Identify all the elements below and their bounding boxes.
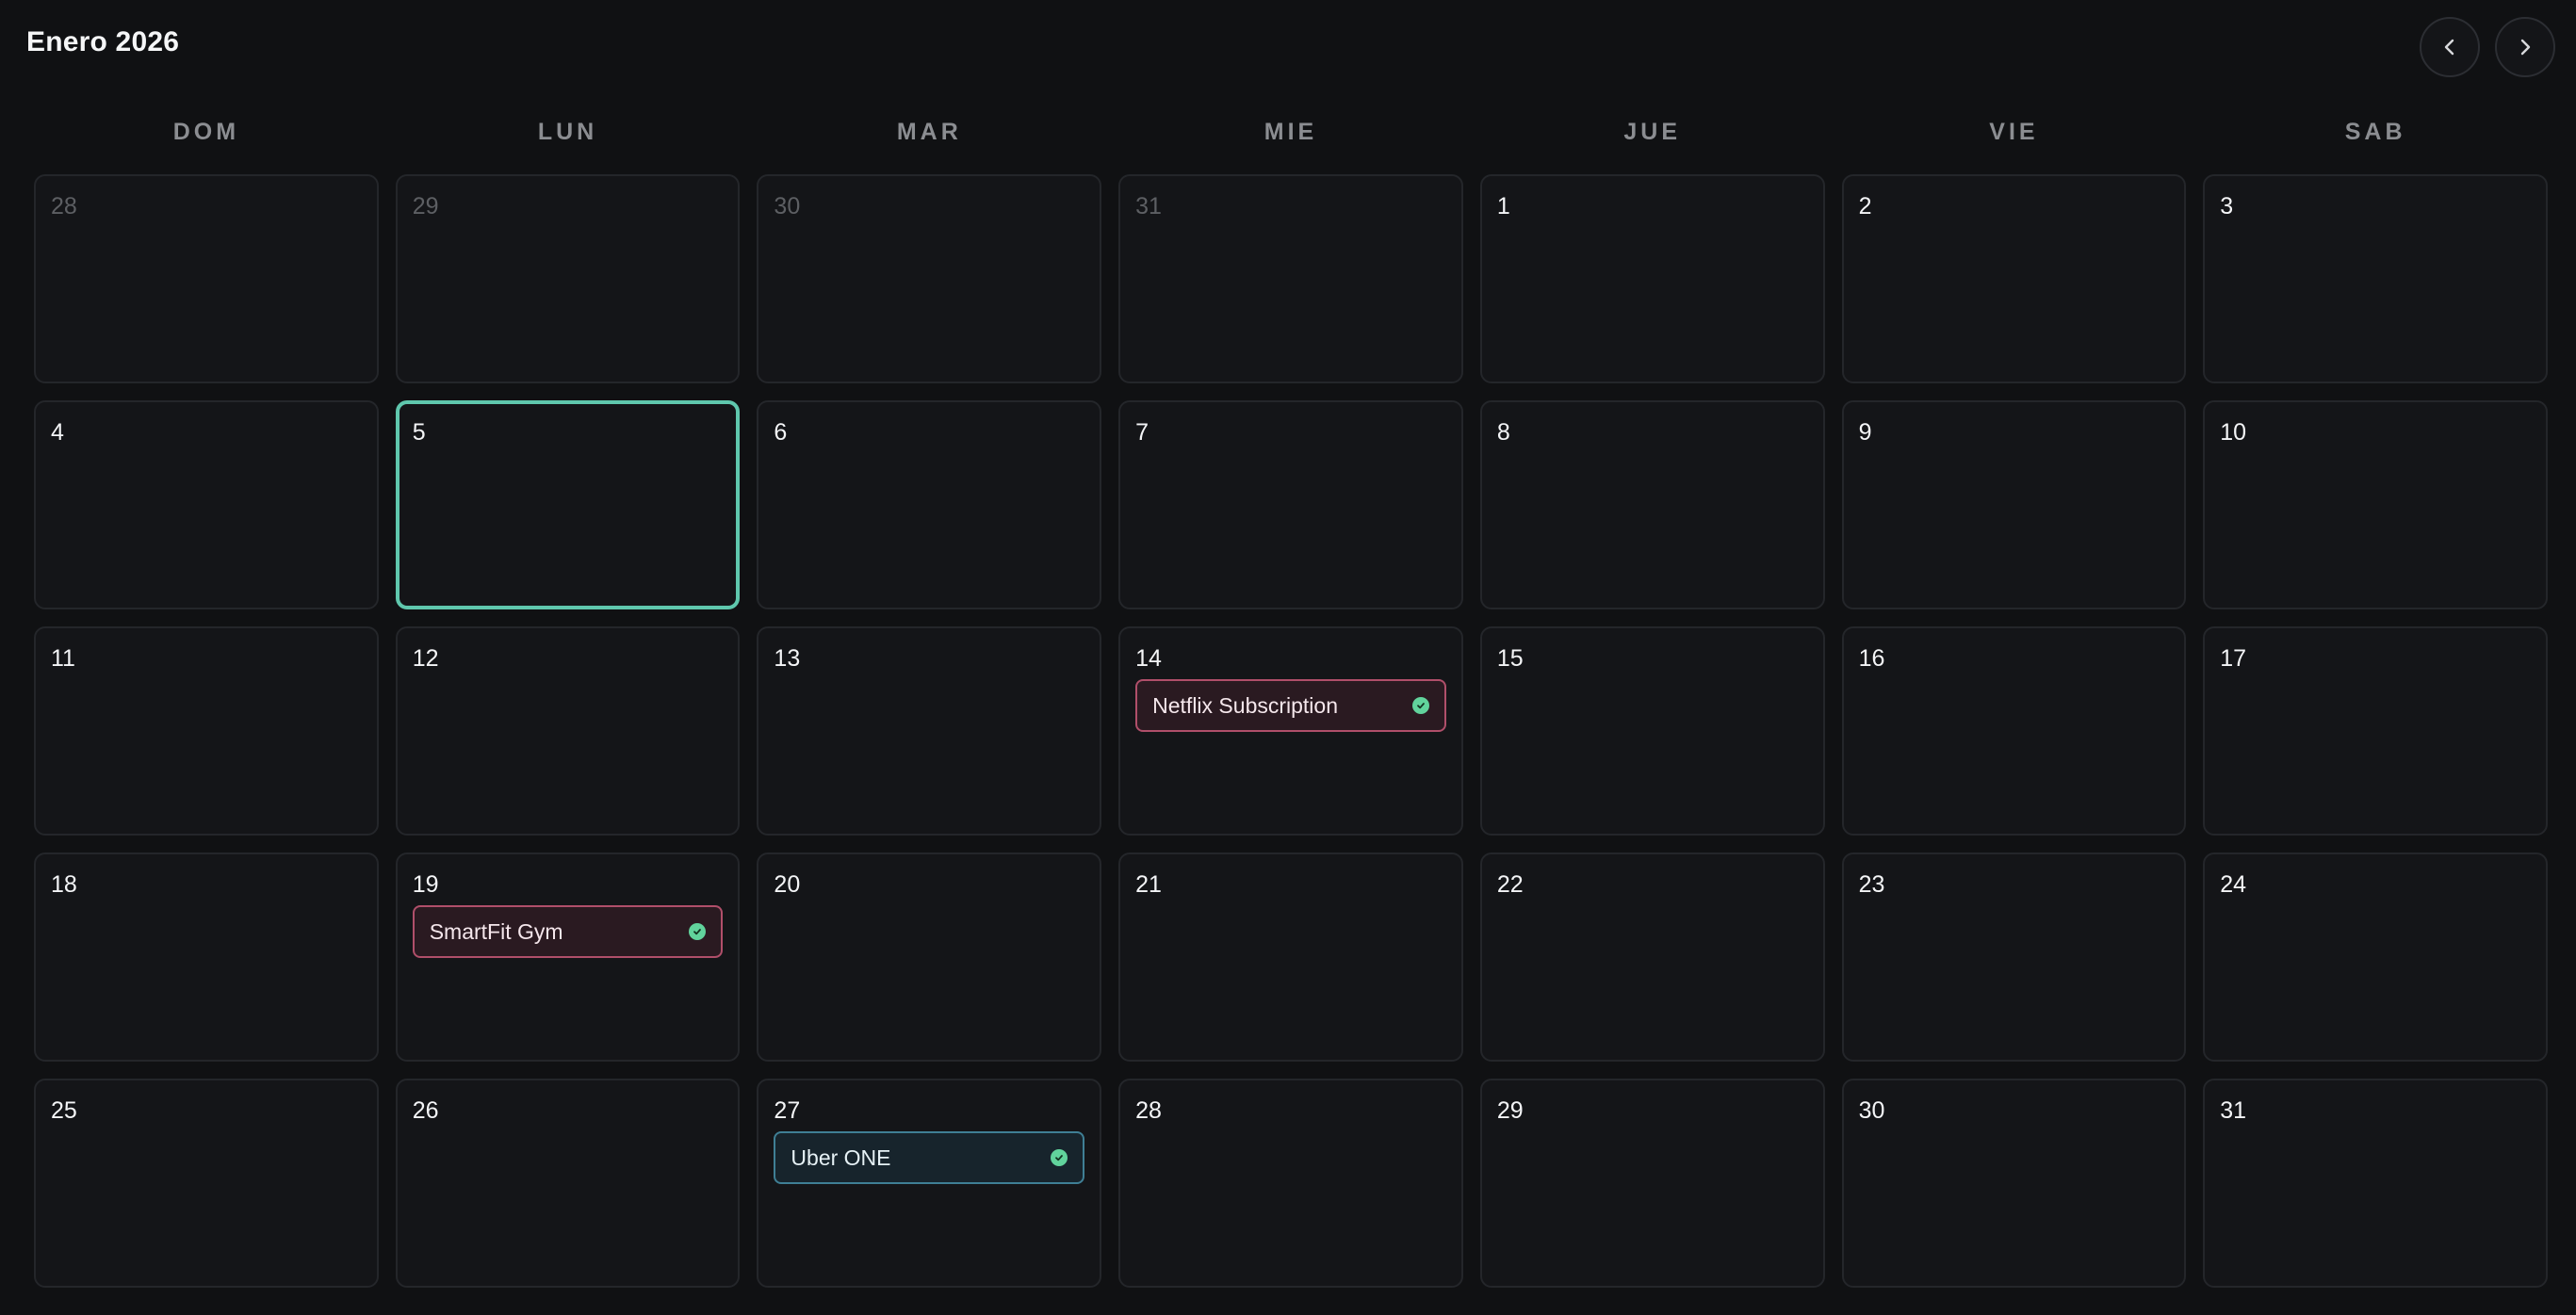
day-number: 28	[51, 193, 77, 219]
day-cell[interactable]: 1	[1479, 174, 1825, 383]
day-cell[interactable]: 30	[1841, 1079, 2187, 1288]
day-number: 1	[1496, 193, 1510, 219]
day-number: 5	[412, 419, 426, 446]
day-cell[interactable]: 21	[1118, 852, 1463, 1062]
day-number: 30	[774, 193, 801, 219]
day-cell[interactable]: 27 Uber ONE	[757, 1079, 1102, 1288]
day-cell[interactable]: 19 SmartFit Gym	[395, 852, 741, 1062]
chevron-left-icon	[2444, 39, 2454, 56]
day-number: 24	[2220, 871, 2247, 898]
day-cell[interactable]: 24	[2203, 852, 2548, 1062]
event-label: Uber ONE	[791, 1145, 891, 1170]
month-grid: 28 29 30 31 1 2 3 4 5 6 7 8 9 10 11 12 13 14 Netflix Subsc…	[34, 174, 2548, 1288]
day-cell[interactable]: 13	[757, 626, 1102, 836]
day-number: 28	[1135, 1097, 1162, 1124]
day-number: 23	[1858, 871, 1885, 898]
day-cell[interactable]: 17	[2203, 626, 2548, 836]
day-number: 20	[774, 871, 801, 898]
day-number: 16	[1858, 645, 1885, 672]
day-number: 12	[412, 645, 439, 672]
check-circle-icon	[1051, 1149, 1068, 1166]
day-cell[interactable]: 4	[34, 400, 379, 609]
next-month-button[interactable]	[2495, 17, 2555, 77]
day-number: 15	[1496, 645, 1524, 672]
day-cell[interactable]: 20	[757, 852, 1102, 1062]
day-number: 29	[1496, 1097, 1524, 1124]
day-cell[interactable]: 9	[1841, 400, 2187, 609]
previous-month-button[interactable]	[2420, 17, 2480, 77]
chevron-right-icon	[2520, 39, 2531, 56]
day-number: 7	[1135, 419, 1149, 446]
event-chip[interactable]: Netflix Subscription	[1135, 679, 1446, 732]
day-cell[interactable]: 12	[395, 626, 741, 836]
day-number: 10	[2220, 419, 2247, 446]
event-label: Netflix Subscription	[1152, 692, 1338, 718]
day-number: 8	[1496, 419, 1510, 446]
event-label: SmartFit Gym	[429, 918, 563, 944]
day-number: 18	[51, 871, 77, 898]
weekday-label: JUE	[1623, 119, 1682, 145]
check-circle-icon	[1411, 697, 1429, 714]
day-cell[interactable]: 28	[34, 174, 379, 383]
day-number: 22	[1496, 871, 1524, 898]
check-circle-icon	[689, 923, 707, 940]
day-number: 19	[412, 871, 439, 898]
day-cell[interactable]: 14 Netflix Subscription	[1118, 626, 1463, 836]
event-chip[interactable]: Uber ONE	[774, 1131, 1085, 1184]
day-cell[interactable]: 28	[1118, 1079, 1463, 1288]
day-number: 27	[774, 1097, 801, 1124]
weekday-header: DOM LUN MAR MIE JUE VIE SAB	[34, 119, 2548, 156]
event-chip[interactable]: SmartFit Gym	[412, 905, 724, 958]
day-cell[interactable]: 26	[395, 1079, 741, 1288]
day-cell-today[interactable]: 5	[395, 400, 741, 609]
day-cell[interactable]: 22	[1479, 852, 1825, 1062]
day-cell[interactable]: 31	[1118, 174, 1463, 383]
day-cell[interactable]: 2	[1841, 174, 2187, 383]
day-number: 4	[51, 419, 64, 446]
day-number: 6	[774, 419, 788, 446]
day-number: 9	[1858, 419, 1872, 446]
weekday-label: MAR	[896, 119, 962, 145]
weekday-label: LUN	[537, 119, 598, 145]
day-number: 2	[1858, 193, 1872, 219]
calendar-header: Enero 2026	[0, 0, 2576, 94]
day-number: 21	[1135, 871, 1162, 898]
day-cell[interactable]: 10	[2203, 400, 2548, 609]
weekday-label: DOM	[172, 119, 240, 145]
day-cell[interactable]: 11	[34, 626, 379, 836]
day-number: 30	[1858, 1097, 1885, 1124]
day-cell[interactable]: 23	[1841, 852, 2187, 1062]
day-number: 31	[1135, 193, 1162, 219]
day-number: 14	[1135, 645, 1162, 672]
day-cell[interactable]: 30	[757, 174, 1102, 383]
weekday-label: SAB	[2344, 119, 2406, 145]
day-number: 13	[774, 645, 801, 672]
weekday-label: MIE	[1264, 119, 1318, 145]
day-cell[interactable]: 3	[2203, 174, 2548, 383]
day-number: 11	[51, 645, 75, 672]
month-title: Enero 2026	[26, 26, 180, 57]
day-cell[interactable]: 7	[1118, 400, 1463, 609]
day-cell[interactable]: 25	[34, 1079, 379, 1288]
calendar-app: Enero 2026 DOM LUN MAR MIE JUE VIE SAB 28 29 30 3…	[0, 0, 2576, 1315]
day-cell[interactable]: 29	[1479, 1079, 1825, 1288]
day-cell[interactable]: 8	[1479, 400, 1825, 609]
day-number: 29	[412, 193, 439, 219]
day-number: 25	[51, 1097, 77, 1124]
day-cell[interactable]: 29	[395, 174, 741, 383]
day-number: 3	[2220, 193, 2234, 219]
weekday-label: VIE	[1989, 119, 2039, 145]
day-number: 31	[2220, 1097, 2247, 1124]
day-cell[interactable]: 16	[1841, 626, 2187, 836]
day-cell[interactable]: 15	[1479, 626, 1825, 836]
day-number: 17	[2220, 645, 2247, 672]
day-cell[interactable]: 18	[34, 852, 379, 1062]
day-number: 26	[412, 1097, 439, 1124]
day-cell[interactable]: 31	[2203, 1079, 2548, 1288]
day-cell[interactable]: 6	[757, 400, 1102, 609]
